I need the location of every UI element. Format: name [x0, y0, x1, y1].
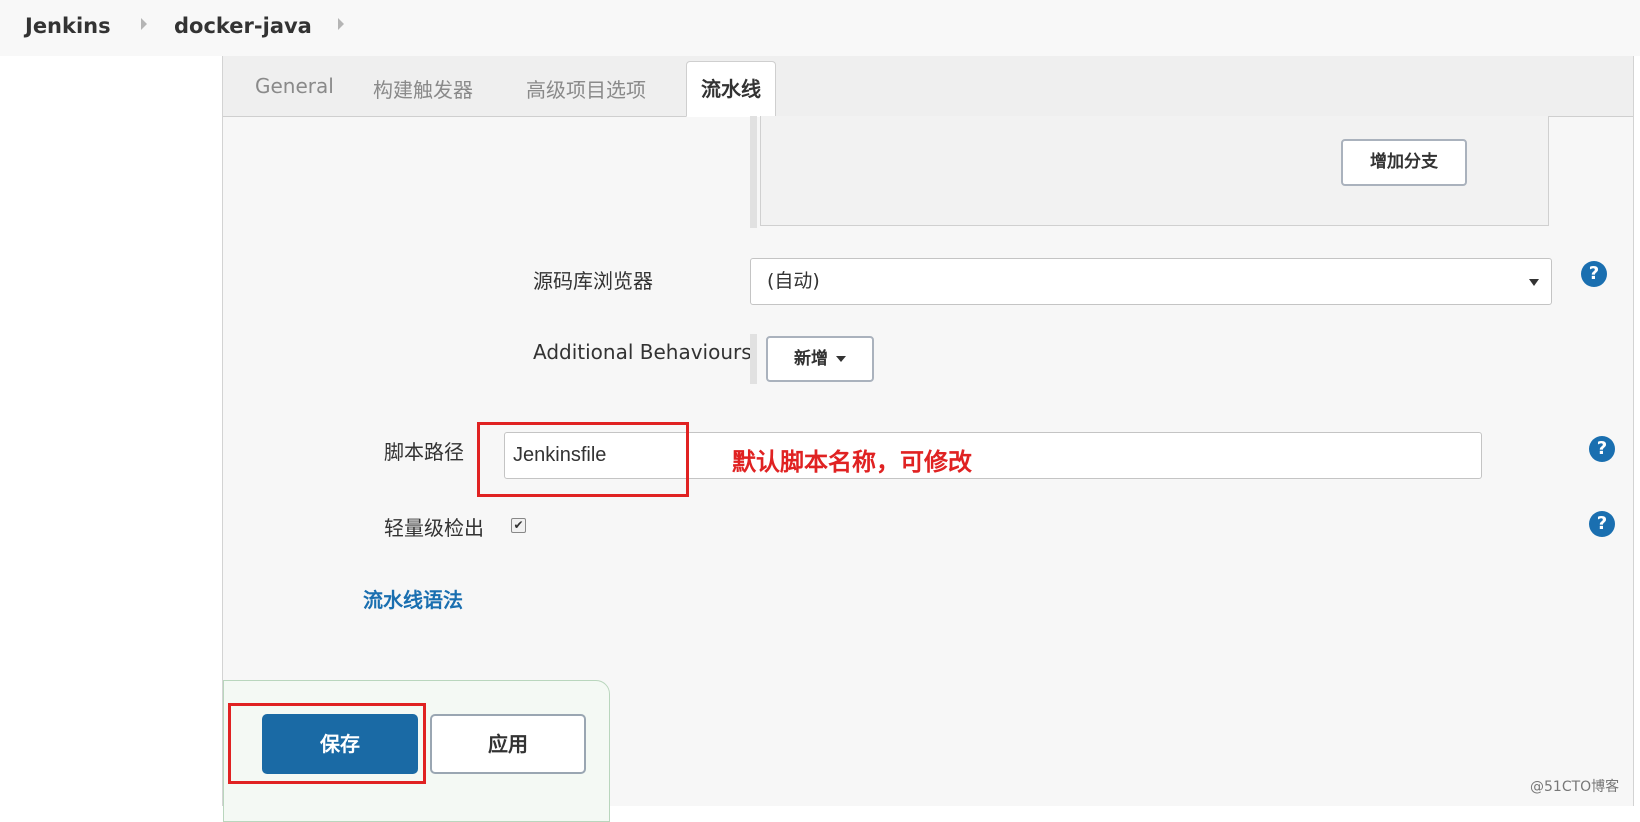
- watermark: @51CTO博客: [1530, 779, 1620, 795]
- add-behaviour-button[interactable]: 新增: [766, 336, 874, 382]
- section-rail: [750, 334, 757, 384]
- caret-down-icon: [836, 356, 846, 362]
- section-rail: [750, 116, 757, 228]
- help-icon[interactable]: ?: [1581, 261, 1607, 287]
- highlight-box: [477, 422, 689, 497]
- chevron-right-icon[interactable]: [141, 18, 147, 30]
- breadcrumb-jenkins[interactable]: Jenkins: [25, 14, 111, 38]
- breadcrumb: Jenkins docker-java: [0, 0, 1640, 57]
- repo-browser-value: (自动): [767, 270, 820, 292]
- dropdown-arrow-icon: [1529, 279, 1539, 286]
- lightweight-checkout-checkbox[interactable]: ✔: [511, 518, 526, 533]
- script-path-label: 脚本路径: [384, 440, 464, 464]
- tab-pipeline[interactable]: 流水线: [686, 61, 776, 117]
- tab-general[interactable]: General: [255, 74, 334, 98]
- additional-behaviours-label: Additional Behaviours: [533, 340, 752, 364]
- help-icon[interactable]: ?: [1589, 436, 1615, 462]
- side-panel: [0, 56, 222, 806]
- add-branch-button[interactable]: 增加分支: [1341, 139, 1467, 186]
- repo-browser-select[interactable]: (自动): [750, 258, 1552, 305]
- tab-advanced-options[interactable]: 高级项目选项: [526, 74, 646, 103]
- chevron-right-icon[interactable]: [338, 18, 344, 30]
- highlight-box: [228, 703, 426, 784]
- scrollbar-track[interactable]: [1633, 56, 1640, 806]
- annotation-text: 默认脚本名称，可修改: [732, 448, 972, 476]
- repo-browser-label: 源码库浏览器: [533, 269, 653, 293]
- help-icon[interactable]: ?: [1589, 511, 1615, 537]
- pipeline-syntax-link[interactable]: 流水线语法: [363, 584, 463, 613]
- lightweight-checkout-label: 轻量级检出: [384, 516, 484, 540]
- apply-button[interactable]: 应用: [430, 714, 586, 774]
- breadcrumb-job[interactable]: docker-java: [174, 14, 312, 38]
- config-tabs: General 构建触发器 高级项目选项 流水线: [223, 56, 1633, 117]
- tab-build-triggers[interactable]: 构建触发器: [373, 74, 473, 103]
- add-behaviour-label: 新增: [794, 349, 828, 369]
